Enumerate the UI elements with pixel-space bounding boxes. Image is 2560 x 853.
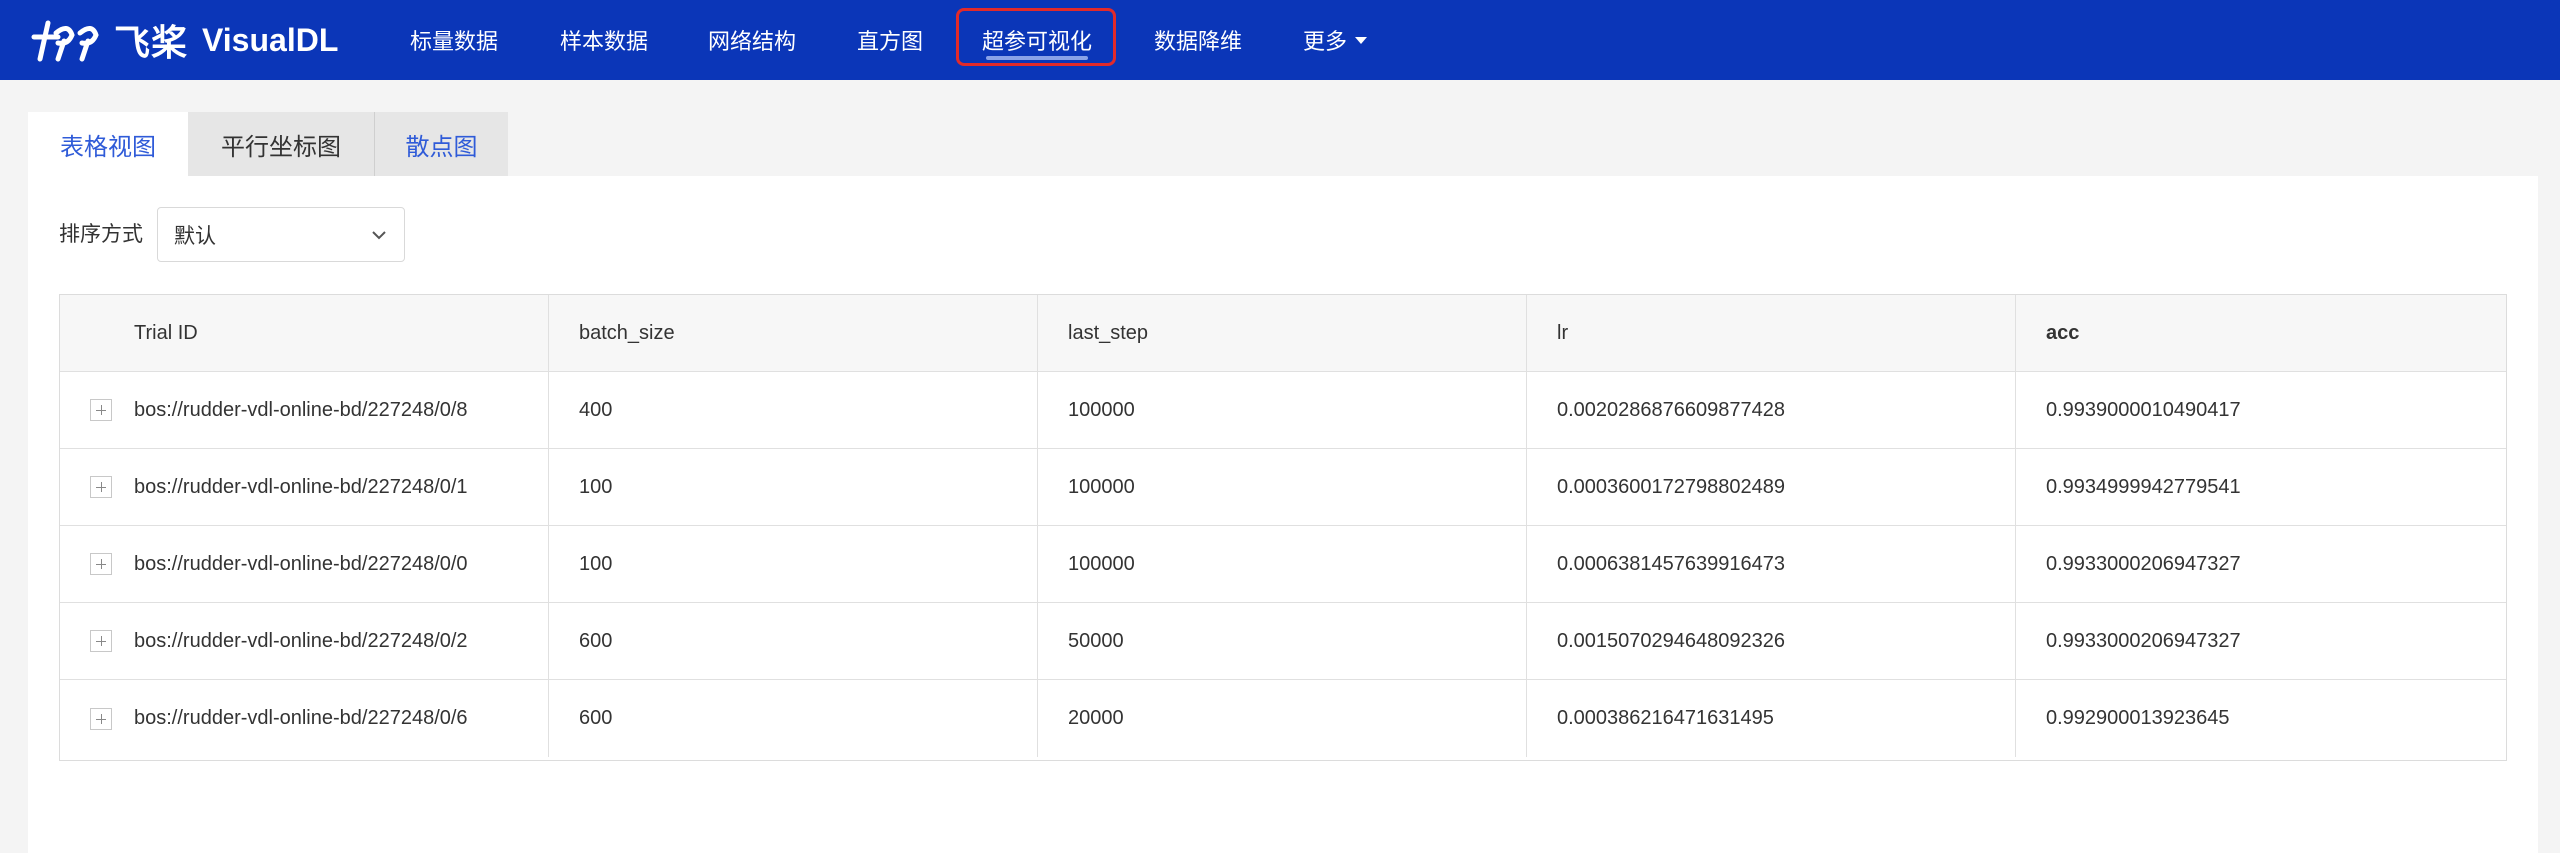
header-trial-id[interactable]: Trial ID	[60, 295, 549, 371]
cell-acc: 0.9933000206947327	[2046, 629, 2241, 652]
table-row: bos://rudder-vdl-online-bd/227248/0/6 60…	[60, 680, 2506, 757]
trial-id-text: bos://rudder-vdl-online-bd/227248/0/6	[134, 707, 468, 729]
cell-trial-id: bos://rudder-vdl-online-bd/227248/0/6	[60, 680, 549, 757]
nav-item-label: 超参可视化	[981, 29, 1092, 54]
cell-acc: 0.9934999942779541	[2046, 475, 2241, 498]
nav-item-scalar[interactable]: 标量数据	[386, 0, 522, 80]
cell-last-step: 100000	[1038, 372, 1527, 448]
nav-item-label: 数据降维	[1153, 29, 1242, 54]
cell-batch-size: 600	[549, 603, 1038, 679]
table-header-row: Trial ID batch_size last_step lr acc	[60, 295, 2506, 372]
expand-row-icon[interactable]	[90, 399, 112, 421]
cell-last-step: 20000	[1038, 680, 1527, 757]
tab-label: 平行坐标图	[221, 133, 341, 161]
cell-lr: 0.0003600172798802489	[1527, 449, 2016, 525]
expand-row-icon[interactable]	[90, 707, 112, 730]
cell-last-step: 100000	[1038, 449, 1527, 525]
cell-batch-size: 100	[549, 449, 1038, 525]
sort-select[interactable]: 默认	[157, 207, 405, 262]
nav-item-label: 网络结构	[707, 29, 796, 54]
cell-lr: 0.0006381457639916473	[1527, 526, 2016, 602]
tab-label: 表格视图	[60, 133, 156, 161]
tab-table-view[interactable]: 表格视图	[28, 112, 188, 176]
table-view-panel: 排序方式 默认 Trial ID batch_size last_step lr…	[28, 176, 2538, 853]
nav-item-high-dimensional[interactable]: 数据降维	[1130, 0, 1266, 80]
brand-name-cn: 飞桨	[114, 22, 189, 63]
nav-item-samples[interactable]: 样本数据	[536, 0, 672, 80]
cell-lr: 0.0020286876609877428	[1527, 372, 2016, 448]
cell-last-step: 100000	[1038, 526, 1527, 602]
brand-name-en: VisualDL	[202, 21, 339, 58]
tab-label: 散点图	[405, 133, 478, 161]
header-acc[interactable]: acc	[2016, 295, 2506, 371]
nav-item-label: 样本数据	[559, 29, 648, 54]
sort-label: 排序方式	[59, 223, 143, 246]
trial-id-text: bos://rudder-vdl-online-bd/227248/0/2	[134, 629, 468, 652]
view-tabs: 表格视图 平行坐标图 散点图	[28, 112, 508, 176]
trial-id-text: bos://rudder-vdl-online-bd/227248/0/1	[134, 475, 468, 498]
header-last-step[interactable]: last_step	[1038, 295, 1527, 371]
chevron-down-icon	[372, 231, 386, 240]
nav-item-label: 直方图	[856, 29, 923, 54]
table-row: bos://rudder-vdl-online-bd/227248/0/1 10…	[60, 449, 2506, 526]
cell-trial-id: bos://rudder-vdl-online-bd/227248/0/8	[60, 372, 549, 448]
top-navbar: 飞桨 VisualDL 标量数据 样本数据 网络结构 直方图 超参可视化 数据降…	[0, 0, 2560, 80]
cell-last-step: 50000	[1038, 603, 1527, 679]
nav-item-hyperparameters[interactable]: 超参可视化	[962, 0, 1112, 80]
cell-trial-id: bos://rudder-vdl-online-bd/227248/0/1	[60, 449, 549, 525]
nav-item-more[interactable]: 更多	[1290, 0, 1380, 80]
caret-down-icon	[1355, 36, 1367, 44]
expand-row-icon[interactable]	[90, 553, 112, 575]
table-row: bos://rudder-vdl-online-bd/227248/0/2 60…	[60, 603, 2506, 680]
nav-item-histogram[interactable]: 直方图	[836, 0, 944, 80]
tab-parallel-coordinates[interactable]: 平行坐标图	[188, 112, 374, 176]
cell-trial-id: bos://rudder-vdl-online-bd/227248/0/2	[60, 603, 549, 679]
header-lr[interactable]: lr	[1527, 295, 2016, 371]
cell-acc: 0.9933000206947327	[2046, 552, 2241, 575]
logo[interactable]: 飞桨 VisualDL	[28, 10, 338, 70]
trial-id-text: bos://rudder-vdl-online-bd/227248/0/0	[134, 552, 468, 575]
nav-item-label: 标量数据	[409, 29, 498, 54]
cell-lr: 0.000386216471631495	[1527, 680, 2016, 757]
sort-select-value: 默认	[174, 224, 216, 248]
cell-batch-size: 100	[549, 526, 1038, 602]
tab-scatter-plot[interactable]: 散点图	[374, 112, 508, 176]
paddle-logo-icon	[31, 20, 99, 62]
cell-acc: 0.992900013923645	[2046, 707, 2230, 729]
cell-batch-size: 600	[549, 680, 1038, 757]
nav-item-label: 更多	[1302, 29, 1347, 54]
cell-trial-id: bos://rudder-vdl-online-bd/227248/0/0	[60, 526, 549, 602]
expand-row-icon[interactable]	[90, 630, 112, 652]
expand-row-icon[interactable]	[90, 476, 112, 498]
cell-batch-size: 400	[549, 372, 1038, 448]
table-row: bos://rudder-vdl-online-bd/227248/0/0 10…	[60, 526, 2506, 603]
trial-id-text: bos://rudder-vdl-online-bd/227248/0/8	[134, 398, 468, 421]
header-batch-size[interactable]: batch_size	[549, 295, 1038, 371]
nav-item-graph[interactable]: 网络结构	[684, 0, 820, 80]
table-row: bos://rudder-vdl-online-bd/227248/0/8 40…	[60, 372, 2506, 449]
cell-lr: 0.0015070294648092326	[1527, 603, 2016, 679]
cell-acc: 0.9939000010490417	[2046, 398, 2241, 421]
trials-table: Trial ID batch_size last_step lr acc bos…	[59, 294, 2507, 761]
